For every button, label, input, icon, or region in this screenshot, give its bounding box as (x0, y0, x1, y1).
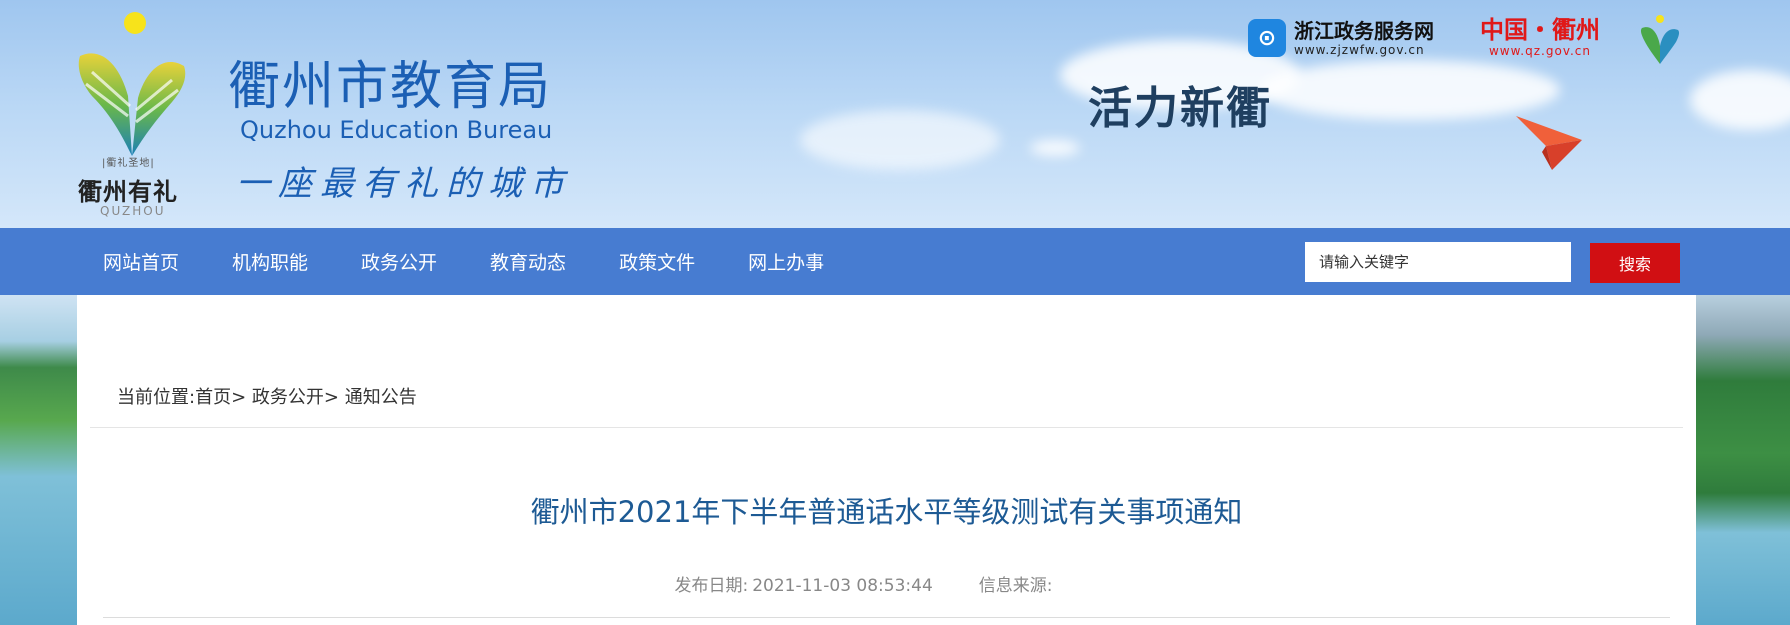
qz-gov-link[interactable]: 中国・衢州 www.qz.gov.cn (1480, 16, 1600, 60)
nav-item-online-services[interactable]: 网上办事 (748, 248, 824, 275)
nav-item-gov-affairs[interactable]: 政务公开 (361, 248, 437, 275)
nav-item-edu-news[interactable]: 教育动态 (490, 248, 566, 275)
emblem-tagline: |衢礼圣地| (102, 158, 155, 169)
zjzwfw-link[interactable]: ⊙ 浙江政务服务网 www.zjzwfw.gov.cn (1248, 16, 1434, 60)
nav-item-functions[interactable]: 机构职能 (232, 248, 308, 275)
cloud-decoration (1260, 60, 1560, 120)
city-logo[interactable]: |衢礼圣地| 衢州有礼 QUZHOU (72, 12, 202, 218)
publish-label: 发布日期: (674, 576, 749, 596)
article-meta: 发布日期: 2021-11-03 08:53:44 信息来源: (77, 571, 1696, 596)
zjzwfw-url: www.zjzwfw.gov.cn (1294, 43, 1425, 57)
content-panel: 当前位置:首页> 政务公开> 通知公告 衢州市2021年下半年普通话水平等级测试… (77, 295, 1696, 625)
zjzwfw-name: 浙江政务服务网 (1294, 19, 1434, 43)
divider (103, 617, 1670, 618)
scenery-right (1696, 295, 1790, 625)
scenery-left (0, 295, 77, 625)
vitality-text: 活力新衢 (1088, 83, 1272, 134)
divider (90, 427, 1683, 428)
breadcrumb: 当前位置:首页> 政务公开> 通知公告 (117, 383, 417, 409)
nav-item-policy[interactable]: 政策文件 (619, 248, 695, 275)
article-title: 衢州市2021年下半年普通话水平等级测试有关事项通知 (530, 495, 1243, 529)
hands-emblem-icon (78, 53, 186, 156)
search-input[interactable] (1305, 242, 1571, 282)
source-label: 信息来源: (978, 576, 1053, 596)
small-emblem-icon[interactable] (1638, 14, 1682, 66)
search-button[interactable]: 搜索 (1590, 243, 1680, 283)
breadcrumb-separator: > (323, 387, 339, 408)
emblem-name: 衢州有礼 (78, 177, 178, 206)
qz-gov-url: www.qz.gov.cn (1488, 44, 1592, 58)
cloud-decoration (1690, 70, 1790, 130)
breadcrumb-notices[interactable]: 通知公告 (345, 387, 417, 408)
nav-item-home[interactable]: 网站首页 (103, 248, 179, 275)
breadcrumb-separator: > (231, 387, 247, 408)
cloud-decoration (1030, 140, 1080, 156)
qz-gov-name: 中国・衢州 (1480, 15, 1600, 44)
breadcrumb-home[interactable]: 首页 (195, 387, 231, 408)
main-nav: 网站首页 机构职能 政务公开 教育动态 政策文件 网上办事 搜索 (0, 228, 1790, 295)
sun-icon (124, 12, 146, 34)
zjzwfw-icon: ⊙ (1248, 19, 1286, 57)
breadcrumb-prefix: 当前位置: (117, 387, 196, 408)
paper-plane-icon (1516, 116, 1582, 170)
emblem-en: QUZHOU (100, 204, 166, 218)
bureau-subtitle: Quzhou Education Bureau (240, 116, 553, 144)
city-slogan: 一座最有礼的城市 (236, 164, 572, 204)
site-header: |衢礼圣地| 衢州有礼 QUZHOU 衢州市教育局 Quzhou Educati… (0, 0, 1790, 228)
breadcrumb-gov-affairs[interactable]: 政务公开 (252, 387, 324, 408)
bureau-title[interactable]: 衢州市教育局 (228, 44, 552, 119)
cloud-decoration (800, 110, 1000, 170)
publish-date: 2021-11-03 08:53:44 (752, 576, 933, 596)
